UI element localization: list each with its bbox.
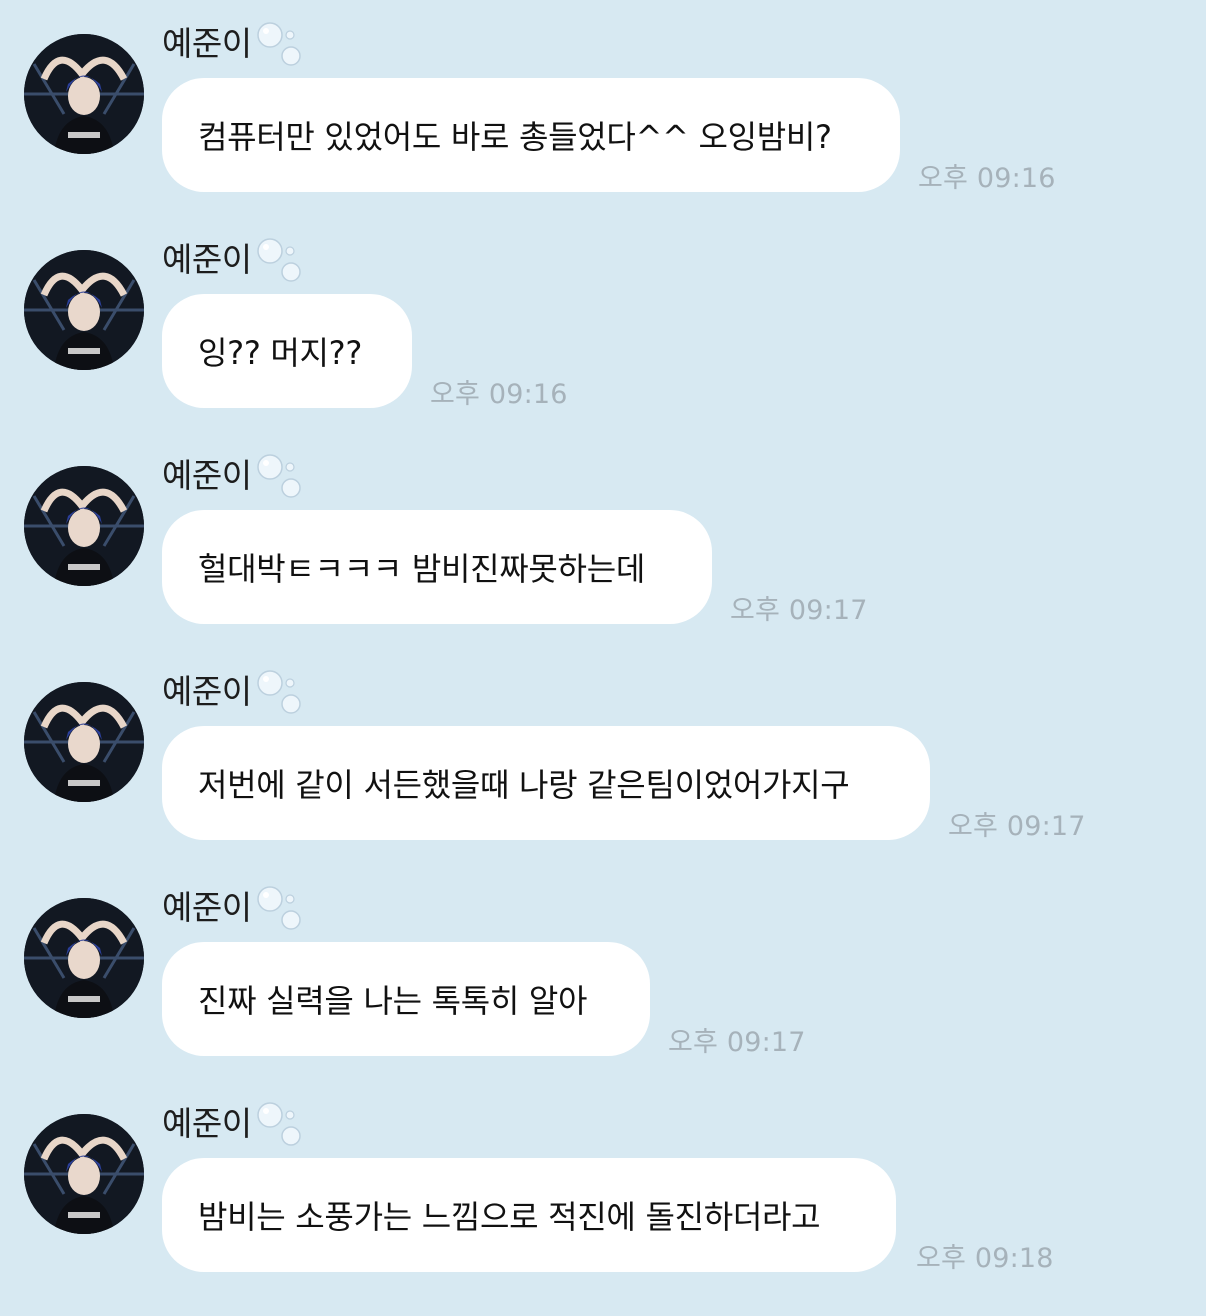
message-time: 오후 09:16 [918, 163, 1056, 194]
sender-name-row: 예준이 [162, 1100, 302, 1148]
avatar[interactable] [24, 34, 144, 154]
message-row: 예준이 밤비는 소풍가는 느낌으로 적진에 돌진하더라고 오후 09:18 [0, 1080, 1206, 1296]
message-time: 오후 09:17 [668, 1027, 806, 1058]
sender-name-row: 예준이 [162, 452, 302, 500]
message-row: 예준이 잉?? 머지?? 오후 09:16 [0, 216, 1206, 432]
message-bubble[interactable]: 진짜 실력을 나는 톡톡히 알아 [162, 942, 650, 1056]
sender-name-row: 예준이 [162, 20, 302, 68]
message-row: 예준이 컴퓨터만 있었어도 바로 총들었다^^ 오잉밤비? 오후 09:16 [0, 0, 1206, 216]
avatar[interactable] [24, 1114, 144, 1234]
chat-thread[interactable]: 예준이 컴퓨터만 있었어도 바로 총들었다^^ 오잉밤비? 오후 09:16 예… [0, 0, 1206, 1316]
message-time: 오후 09:18 [916, 1243, 1054, 1274]
message-bubble[interactable]: 밤비는 소풍가는 느낌으로 적진에 돌진하더라고 [162, 1158, 896, 1272]
bubbles-icon [256, 238, 301, 282]
sender-name: 예준이 [162, 240, 252, 279]
sender-name-row: 예준이 [162, 236, 302, 284]
avatar[interactable] [24, 250, 144, 370]
message-row: 예준이 저번에 같이 서든했을때 나랑 같은팀이었어가지구 오후 09:17 [0, 648, 1206, 864]
sender-name: 예준이 [162, 1104, 252, 1143]
sender-name-row: 예준이 [162, 668, 302, 716]
message-row: 예준이 진짜 실력을 나는 톡톡히 알아 오후 09:17 [0, 864, 1206, 1080]
avatar[interactable] [24, 682, 144, 802]
bubbles-icon [256, 454, 301, 498]
bubbles-icon [256, 22, 301, 66]
avatar-image [24, 1114, 144, 1234]
avatar-image [24, 250, 144, 370]
sender-name: 예준이 [162, 24, 252, 63]
avatar-image [24, 34, 144, 154]
message-row: 예준이 헐대박ㅌㅋㅋㅋ 밤비진짜못하는데 오후 09:17 [0, 432, 1206, 648]
bubbles-icon [256, 886, 301, 930]
sender-name: 예준이 [162, 456, 252, 495]
avatar-image [24, 466, 144, 586]
sender-name: 예준이 [162, 672, 252, 711]
avatar-image [24, 898, 144, 1018]
message-bubble[interactable]: 컴퓨터만 있었어도 바로 총들었다^^ 오잉밤비? [162, 78, 900, 192]
avatar[interactable] [24, 898, 144, 1018]
message-time: 오후 09:16 [430, 379, 568, 410]
message-time: 오후 09:17 [730, 595, 868, 626]
message-bubble[interactable]: 저번에 같이 서든했을때 나랑 같은팀이었어가지구 [162, 726, 930, 840]
bubbles-icon [256, 1102, 301, 1146]
sender-name: 예준이 [162, 888, 252, 927]
avatar-image [24, 682, 144, 802]
message-bubble[interactable]: 헐대박ㅌㅋㅋㅋ 밤비진짜못하는데 [162, 510, 712, 624]
sender-name-row: 예준이 [162, 884, 302, 932]
bubbles-icon [256, 670, 301, 714]
avatar[interactable] [24, 466, 144, 586]
message-time: 오후 09:17 [948, 811, 1086, 842]
message-bubble[interactable]: 잉?? 머지?? [162, 294, 412, 408]
